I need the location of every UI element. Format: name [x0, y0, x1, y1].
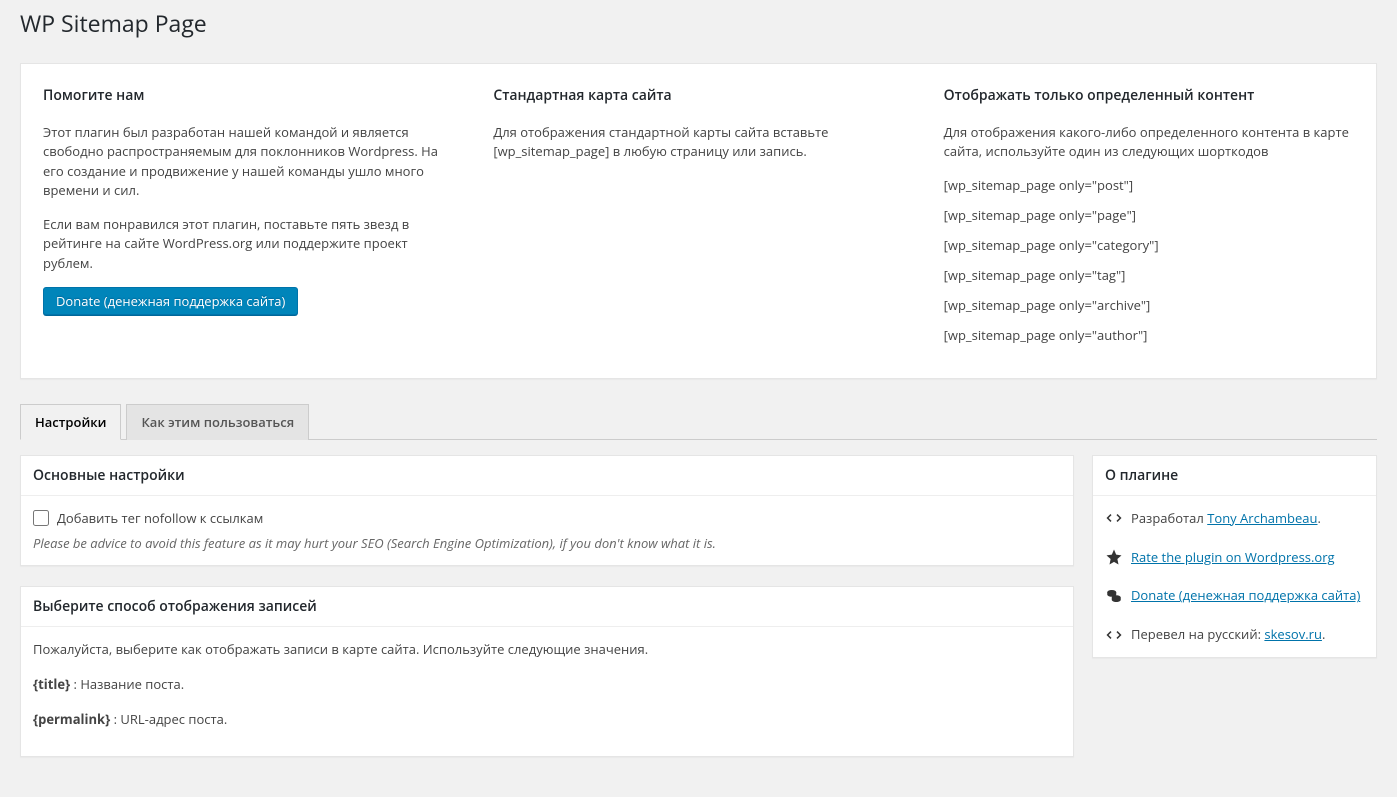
info-box: Помогите нам Этот плагин был разработан …	[20, 63, 1377, 379]
help-us-column: Помогите нам Этот плагин был разработан …	[43, 86, 453, 356]
token-title: {title} : Название поста.	[33, 674, 1061, 695]
shortcode-post: [wp_sitemap_page only="post"]	[944, 176, 1354, 194]
rate-link[interactable]: Rate the plugin on Wordpress.org	[1131, 547, 1335, 568]
translator-prefix: Перевел на русский:	[1131, 625, 1264, 643]
shortcode-archive: [wp_sitemap_page only="archive"]	[944, 296, 1354, 314]
shortcode-tag: [wp_sitemap_page only="tag"]	[944, 266, 1354, 284]
coins-icon	[1105, 587, 1123, 605]
developer-link[interactable]: Tony Archambeau	[1207, 509, 1317, 527]
nav-tabs: Настройки Как этим пользоваться	[20, 404, 1377, 440]
standard-sitemap-heading: Стандартная карта сайта	[493, 86, 903, 105]
help-us-heading: Помогите нам	[43, 86, 453, 105]
specific-content-heading: Отображать только определенный контент	[944, 86, 1354, 105]
about-plugin-panel: О плагине Разработал Tony Archambeau. Ra…	[1092, 455, 1377, 658]
general-settings-panel: Основные настройки Добавить тег nofollow…	[20, 455, 1074, 567]
specific-content-text: Для отображения какого-либо определенног…	[944, 123, 1354, 162]
display-method-heading: Выберите способ отображения записей	[21, 587, 1073, 627]
tab-howto[interactable]: Как этим пользоваться	[126, 404, 309, 440]
nofollow-label: Добавить тег nofollow к ссылкам	[57, 508, 263, 529]
rate-row: Rate the plugin on Wordpress.org	[1105, 547, 1364, 568]
sidebar: О плагине Разработал Tony Archambeau. Ra…	[1092, 455, 1377, 678]
general-settings-heading: Основные настройки	[21, 456, 1073, 496]
donate-row: Donate (денежная поддержка сайта)	[1105, 585, 1364, 606]
translator-row: Перевел на русский: skesov.ru.	[1105, 624, 1364, 645]
shortcode-page: [wp_sitemap_page only="page"]	[944, 206, 1354, 224]
standard-sitemap-text: Для отображения стандартной карты сайта …	[493, 123, 903, 162]
translator-link[interactable]: skesov.ru	[1264, 625, 1322, 643]
main-left-column: Основные настройки Добавить тег nofollow…	[20, 455, 1074, 777]
help-us-text-2: Если вам понравился этот плагин, поставь…	[43, 215, 453, 274]
page-title: WP Sitemap Page	[20, 0, 1377, 43]
code-icon	[1105, 509, 1123, 527]
shortcode-author: [wp_sitemap_page only="author"]	[944, 326, 1354, 344]
standard-sitemap-column: Стандартная карта сайта Для отображения …	[493, 86, 903, 356]
developer-prefix: Разработал	[1131, 509, 1207, 527]
main-area: Основные настройки Добавить тег nofollow…	[20, 455, 1377, 777]
developer-row: Разработал Tony Archambeau.	[1105, 508, 1364, 529]
shortcode-category: [wp_sitemap_page only="category"]	[944, 236, 1354, 254]
nofollow-checkbox[interactable]	[33, 510, 49, 526]
donate-button[interactable]: Donate (денежная поддержка сайта)	[43, 287, 298, 315]
code-icon	[1105, 626, 1123, 644]
about-plugin-heading: О плагине	[1093, 456, 1376, 496]
display-method-panel: Выберите способ отображения записей Пожа…	[20, 586, 1074, 756]
token-permalink: {permalink} : URL-адрес поста.	[33, 709, 1061, 730]
nofollow-description: Please be advice to avoid this feature a…	[33, 533, 1061, 554]
donate-link[interactable]: Donate (денежная поддержка сайта)	[1131, 585, 1360, 606]
display-method-intro: Пожалуйста, выберите как отображать запи…	[33, 639, 1061, 660]
star-icon	[1105, 548, 1123, 566]
specific-content-column: Отображать только определенный контент Д…	[944, 86, 1354, 356]
help-us-text-1: Этот плагин был разработан нашей командо…	[43, 123, 453, 201]
tab-settings[interactable]: Настройки	[20, 404, 121, 440]
